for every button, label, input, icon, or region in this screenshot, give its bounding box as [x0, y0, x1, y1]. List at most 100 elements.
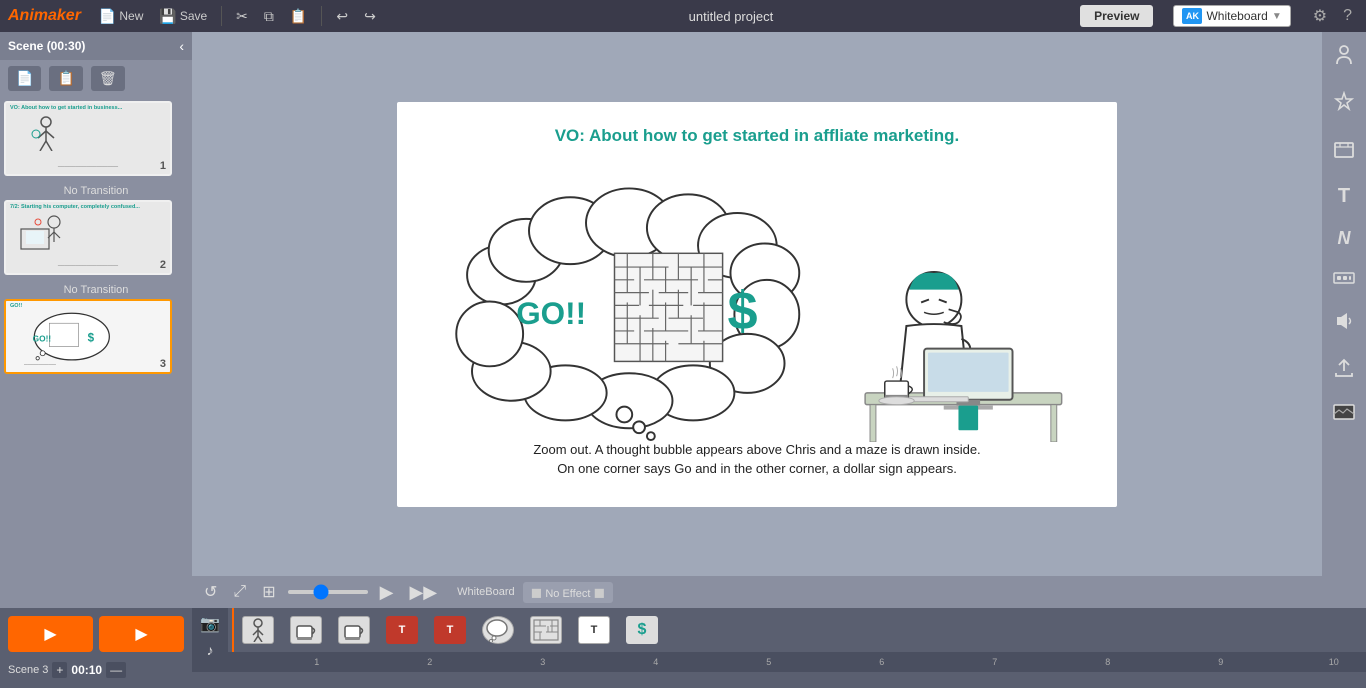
transition-label-2[interactable]: No Transition [4, 281, 188, 299]
thumb-content-2: 7/2: Starting his computer, completely c… [6, 202, 170, 273]
play-forward-button[interactable]: ▶▶ [405, 580, 441, 605]
scene-thumbnail-3[interactable]: GO!! GO!! $ [4, 299, 172, 374]
no-effect-expand-icon: ◼ [593, 584, 605, 600]
canvas-container: VO: About how to get started in affliate… [192, 32, 1322, 576]
tl-cup2-item[interactable] [332, 612, 376, 648]
thumb-content-3: GO!! GO!! $ [6, 301, 170, 372]
new-scene-button[interactable]: 📄 [8, 66, 41, 91]
audio-button[interactable] [1329, 306, 1359, 341]
scene-number-3: 3 [160, 358, 166, 370]
loop-button[interactable]: ↺ [200, 580, 221, 604]
slide-illustration: GO!! [427, 157, 1087, 442]
character-button[interactable] [1329, 40, 1359, 75]
separator2 [321, 6, 322, 26]
camera-button[interactable]: 📷 [196, 610, 224, 638]
slide-caption: Zoom out. A thought bubble appears above… [397, 432, 1117, 487]
time-display: 00:10 [71, 663, 102, 677]
tl-figure-item[interactable] [236, 612, 280, 648]
tl-maze-item[interactable] [524, 612, 568, 648]
chevron-down-icon: ▼ [1272, 11, 1282, 22]
tl-cup1-icon [290, 616, 322, 644]
canvas-slide[interactable]: VO: About how to get started in affliate… [397, 102, 1117, 507]
tl-bubble-icon [482, 616, 514, 644]
media-button[interactable] [1329, 134, 1359, 169]
tl-text-white-icon: T [578, 616, 610, 644]
play-main-button[interactable]: ▶ [8, 616, 93, 652]
timeline-cursor [232, 608, 234, 652]
help-icon[interactable]: ? [1337, 7, 1358, 25]
bottom-controls: ↺ ⤢ ⊞ ▶ ▶▶ WhiteBoard ◼ No Effect ◼ [192, 576, 1322, 608]
undo-button[interactable]: ↩ [330, 6, 354, 27]
props-button[interactable] [1329, 87, 1359, 122]
separator [221, 6, 222, 26]
upload-button[interactable] [1329, 353, 1359, 388]
timeline-ruler: 1 2 3 4 5 6 7 8 9 10 [192, 652, 1366, 672]
background-button[interactable] [1329, 400, 1359, 429]
svg-text:GO!!: GO!! [33, 334, 52, 344]
text-button[interactable]: T [1334, 181, 1354, 212]
ruler-mark-14 [1023, 657, 1080, 667]
copy-icon: ⧉ [264, 8, 274, 25]
left-panel: Scene (00:30) ‹ 📄 📋 🗑 VO: About how to g… [0, 32, 192, 608]
timeline-items: T T [228, 608, 1366, 652]
ruler-mark-0 [232, 657, 289, 667]
play-next-button[interactable]: ▶ [99, 616, 184, 652]
ruler-mark-12 [910, 657, 967, 667]
scene-item-3: GO!! GO!! $ [4, 299, 188, 374]
add-time-button[interactable]: + [52, 662, 67, 678]
preview-button[interactable]: Preview [1080, 5, 1153, 27]
paste-button[interactable]: 📋 [284, 6, 313, 27]
duplicate-scene-button[interactable]: 📋 [49, 66, 82, 91]
thumb-text-1: VO: About how to get started in business… [10, 105, 166, 111]
save-button[interactable]: 💾 Save [153, 6, 213, 27]
cut-icon: ✂ [236, 8, 248, 25]
scene-header: Scene (00:30) ‹ [0, 32, 192, 60]
tl-dollar-icon: $ [626, 616, 658, 644]
music-button[interactable]: ♪ [203, 638, 218, 662]
tl-text-red2-item[interactable]: T [428, 612, 472, 648]
ruler-mark-13: 7 [967, 657, 1024, 667]
tl-bubble-item[interactable] [476, 612, 520, 648]
effects-button[interactable] [1329, 265, 1359, 294]
scene-thumbnail-1[interactable]: VO: About how to get started in business… [4, 101, 172, 176]
playback-controls: ▶ ▶ Scene 3 + 00:10 — [0, 608, 192, 688]
vo-text: VO: About how to get started in affliate… [397, 118, 1117, 154]
redo-icon: ↪ [364, 8, 376, 25]
scene-number-1: 1 [160, 160, 166, 172]
no-effect-button[interactable]: ◼ No Effect ◼ [523, 582, 613, 603]
cut-button[interactable]: ✂ [230, 6, 254, 27]
whiteboard-mode-label: WhiteBoard [457, 586, 514, 598]
copy-button[interactable]: ⧉ [258, 6, 280, 27]
grid-button[interactable]: ⊞ [258, 580, 279, 604]
ruler-mark-11: 6 [854, 657, 911, 667]
redo-button[interactable]: ↪ [358, 6, 382, 27]
whiteboard-button[interactable]: AK Whiteboard ▼ [1173, 5, 1290, 27]
tl-cup1-item[interactable] [284, 612, 328, 648]
bottom-bar: ▶ ▶ Scene 3 + 00:10 — 📷 ♪ [0, 608, 1366, 688]
scene-toolbar: 📄 📋 🗑 [0, 60, 192, 97]
expand-button[interactable]: ⤢ [229, 581, 250, 603]
tl-dollar-item[interactable]: $ [620, 612, 664, 648]
transition-label-1[interactable]: No Transition [4, 182, 188, 200]
logo: Animaker [8, 7, 81, 25]
settings-icon[interactable]: ⚙ [1307, 6, 1333, 26]
scene-thumbnail-2[interactable]: 7/2: Starting his computer, completely c… [4, 200, 172, 275]
play-button[interactable]: ▶ [376, 580, 398, 605]
tl-text-red1-item[interactable]: T [380, 612, 424, 648]
new-button[interactable]: 📄 New [93, 6, 149, 27]
svg-text:$: $ [728, 280, 758, 340]
tl-text-white-item[interactable]: T [572, 612, 616, 648]
scene-list: VO: About how to get started in business… [0, 97, 192, 608]
delete-scene-button[interactable]: 🗑 [91, 66, 125, 91]
no-effect-icon: ◼ [531, 584, 543, 600]
font-button[interactable]: N [1334, 224, 1355, 253]
ruler-mark-6 [571, 657, 628, 667]
timeline-side-buttons: 📷 ♪ [192, 608, 228, 652]
tl-maze-icon [530, 616, 562, 644]
whiteboard-icon: AK [1182, 8, 1202, 24]
scene-number-2: 2 [160, 259, 166, 271]
tl-cup2-icon [338, 616, 370, 644]
collapse-button[interactable]: ‹ [179, 38, 184, 54]
minus-time-button[interactable]: — [106, 662, 126, 678]
zoom-slider[interactable] [288, 590, 368, 594]
